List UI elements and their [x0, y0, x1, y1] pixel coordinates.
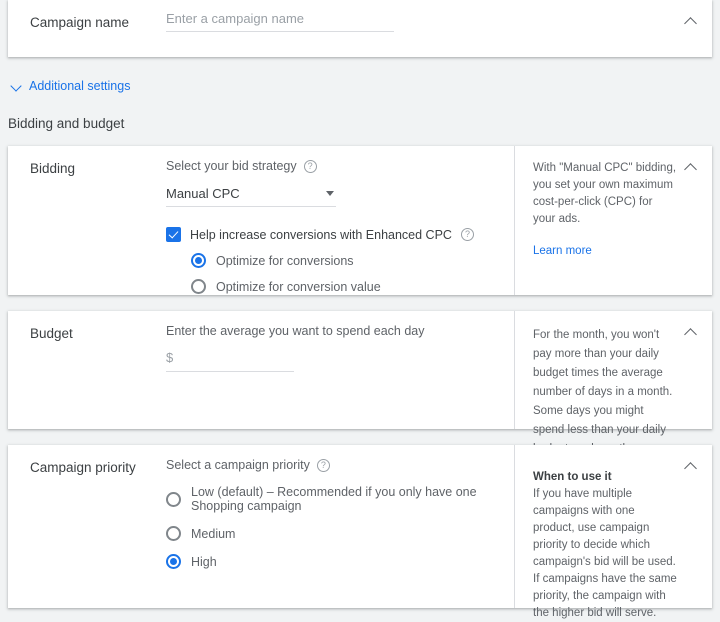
bidding-and-budget-heading: Bidding and budget [0, 116, 720, 131]
budget-label-column: Budget [8, 311, 166, 429]
chevron-up-icon[interactable] [684, 160, 698, 174]
bid-strategy-selected-value: Manual CPC [166, 186, 240, 201]
campaign-name-label-column: Campaign name [8, 0, 166, 32]
campaign-priority-label: Campaign priority [30, 459, 166, 477]
budget-hint: Enter the average you want to spend each… [166, 322, 498, 340]
radio-optimize-for-conversion-value[interactable]: Optimize for conversion value [191, 279, 498, 294]
budget-card: Budget Enter the average you want to spe… [8, 311, 712, 429]
priority-hint: Select a campaign priority [166, 456, 310, 474]
enhanced-cpc-checkbox-row[interactable]: Help increase conversions with Enhanced … [166, 227, 498, 242]
enhanced-cpc-radio-group: Optimize for conversions Optimize for co… [191, 253, 498, 294]
bidding-help-panel: With "Manual CPC" bidding, you set your … [514, 146, 712, 295]
daily-budget-input[interactable] [177, 348, 294, 367]
bid-strategy-hint-row: Select your bid strategy ? [166, 157, 498, 175]
radio-button[interactable] [191, 279, 206, 294]
radio-priority-low[interactable]: Low (default) – Recommended if you only … [166, 485, 508, 513]
enhanced-cpc-label: Help increase conversions with Enhanced … [190, 228, 452, 242]
bid-strategy-hint: Select your bid strategy [166, 157, 297, 175]
help-circle-icon[interactable]: ? [317, 459, 330, 472]
budget-label: Budget [30, 325, 166, 343]
additional-settings-label: Additional settings [29, 79, 130, 93]
campaign-name-label: Campaign name [30, 14, 166, 32]
chevron-up-icon[interactable] [684, 459, 698, 473]
help-circle-icon[interactable]: ? [461, 228, 474, 241]
radio-label: Optimize for conversion value [216, 280, 381, 294]
chevron-up-icon[interactable] [684, 14, 698, 28]
priority-radio-group: Low (default) – Recommended if you only … [166, 485, 508, 569]
radio-button[interactable] [166, 492, 181, 507]
radio-label: High [191, 555, 217, 569]
enhanced-cpc-checkbox[interactable] [166, 227, 181, 242]
priority-controls-column: Select a campaign priority ? Low (defaul… [166, 445, 514, 608]
campaign-name-card: Campaign name [8, 0, 712, 57]
radio-optimize-for-conversions[interactable]: Optimize for conversions [191, 253, 498, 268]
budget-help-panel: For the month, you won't pay more than y… [514, 311, 712, 429]
bidding-label: Bidding [30, 160, 166, 178]
daily-budget-field[interactable]: $ [166, 348, 294, 372]
bidding-learn-more-link[interactable]: Learn more [533, 245, 592, 257]
radio-button[interactable] [191, 253, 206, 268]
radio-button[interactable] [166, 526, 181, 541]
priority-help-text: If you have multiple campaigns with one … [533, 486, 678, 622]
priority-hint-row: Select a campaign priority ? [166, 456, 508, 474]
budget-controls-column: Enter the average you want to spend each… [166, 311, 514, 429]
triangle-down-icon [326, 191, 334, 196]
bidding-label-column: Bidding [8, 146, 166, 295]
priority-help-title: When to use it [533, 469, 678, 486]
campaign-name-input[interactable] [166, 8, 394, 32]
campaign-priority-card: Campaign priority Select a campaign prio… [8, 445, 712, 608]
radio-label: Optimize for conversions [216, 254, 354, 268]
campaign-name-field-column [166, 0, 712, 32]
help-circle-icon[interactable]: ? [304, 160, 317, 173]
chevron-up-icon[interactable] [684, 325, 698, 339]
bidding-help-text: With "Manual CPC" bidding, you set your … [533, 160, 678, 228]
bidding-card: Bidding Select your bid strategy ? Manua… [8, 146, 712, 295]
priority-label-column: Campaign priority [8, 445, 166, 608]
radio-button[interactable] [166, 554, 181, 569]
priority-help-panel: When to use it If you have multiple camp… [514, 445, 712, 608]
currency-prefix: $ [166, 350, 173, 365]
additional-settings-expander[interactable]: Additional settings [0, 79, 720, 93]
radio-priority-high[interactable]: High [166, 554, 508, 569]
radio-priority-medium[interactable]: Medium [166, 526, 508, 541]
chevron-down-icon [11, 81, 22, 92]
radio-label: Low (default) – Recommended if you only … [191, 485, 508, 513]
bidding-controls-column: Select your bid strategy ? Manual CPC He… [166, 146, 514, 295]
bid-strategy-select[interactable]: Manual CPC [166, 183, 336, 207]
radio-label: Medium [191, 527, 235, 541]
